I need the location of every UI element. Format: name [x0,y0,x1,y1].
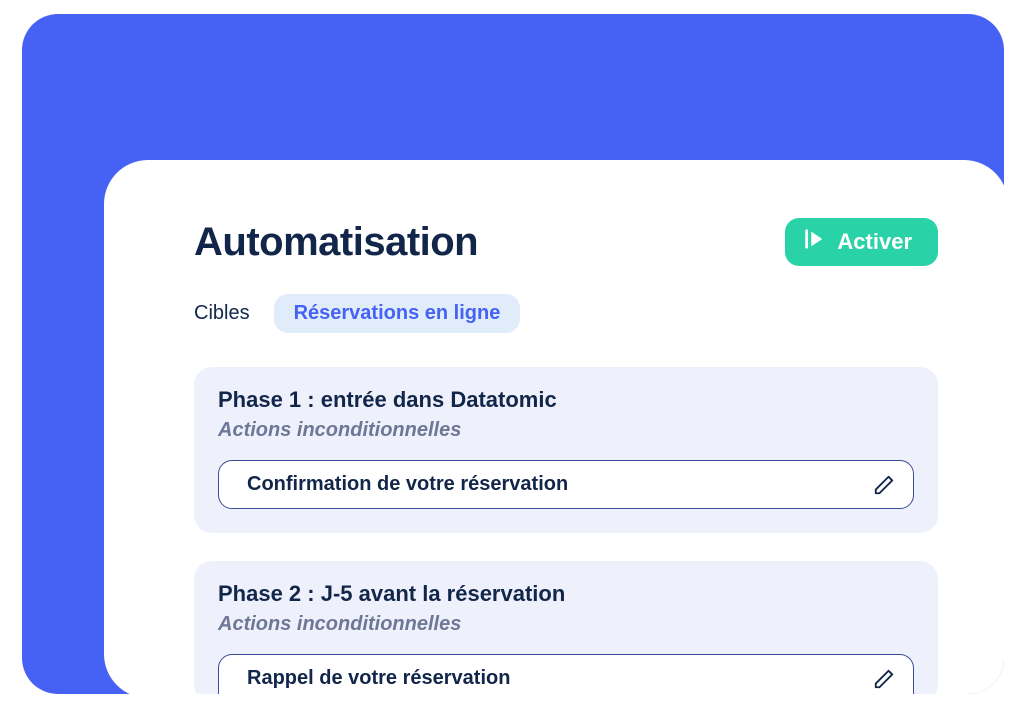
phase-title: Phase 1 : entrée dans Datatomic [218,387,914,413]
pencil-icon[interactable] [873,668,895,690]
target-chip[interactable]: Réservations en ligne [274,294,521,333]
main-panel: Automatisation Activer Cibles Réservatio… [104,160,1004,694]
targets-label: Cibles [194,302,250,325]
activate-label: Activer [837,229,912,255]
play-icon [803,228,825,256]
phase-title: Phase 2 : J-5 avant la réservation [218,581,914,607]
header-row: Automatisation Activer [194,218,938,266]
action-row[interactable]: Confirmation de votre réservation [218,460,914,509]
phase-subtitle: Actions inconditionnelles [218,613,914,636]
page-title: Automatisation [194,220,478,265]
action-row[interactable]: Rappel de votre réservation [218,654,914,694]
phase-card-2: Phase 2 : J-5 avant la réservation Actio… [194,561,938,694]
action-label: Confirmation de votre réservation [247,473,568,496]
app-background: Automatisation Activer Cibles Réservatio… [22,14,1004,694]
phase-card-1: Phase 1 : entrée dans Datatomic Actions … [194,367,938,533]
targets-row: Cibles Réservations en ligne [194,294,938,333]
phase-subtitle: Actions inconditionnelles [218,419,914,442]
pencil-icon[interactable] [873,474,895,496]
activate-button[interactable]: Activer [785,218,938,266]
action-label: Rappel de votre réservation [247,667,510,690]
